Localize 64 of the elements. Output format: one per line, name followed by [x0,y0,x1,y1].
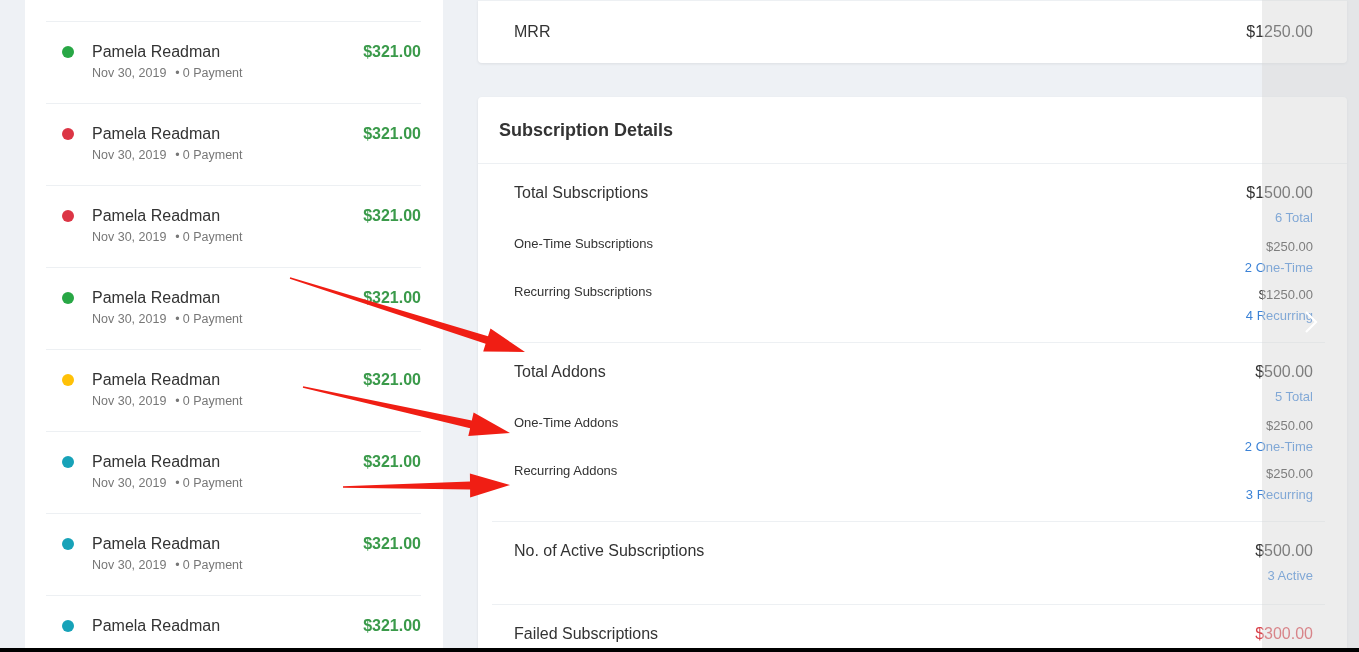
count-link[interactable]: 2 One-Time [1244,257,1313,279]
customer-name: Pamela Readman [92,534,222,554]
card-title: Subscription Details [499,119,674,141]
bullet-separator: • [175,230,180,244]
payment-count: 0 Payment [182,558,243,572]
metric-label: Total Subscriptions [514,183,649,203]
transaction-date: Nov 30, 2019 [92,394,167,408]
bullet-separator: • [175,476,180,490]
metric-label: Recurring Addons [514,464,618,478]
transaction-amount: $321.00 [363,616,421,636]
count-link[interactable]: 4 Recurring [1245,305,1313,327]
transaction-amount: $321.00 [363,124,421,144]
transaction-date: Nov 30, 2019 [92,476,167,490]
count-link[interactable]: 2 One-Time [1244,436,1313,458]
transaction-date: Nov 30, 2019 [92,312,167,326]
bullet-separator: • [175,394,180,408]
metric-value: $300.00 [1255,624,1313,644]
metric-value: $500.00 [1255,541,1313,561]
customer-name: Pamela Readman [92,616,222,636]
transaction-date: Nov 30, 2019 [92,558,167,572]
customer-name: Pamela Readman [92,288,222,308]
payment-count: 0 Payment [182,148,243,162]
payment-count: 0 Payment [182,230,243,244]
transaction-amount: $321.00 [363,206,421,226]
bullet-separator: • [175,312,180,326]
transaction-date: Nov 30, 2019 [92,230,167,244]
customer-name: Pamela Readman [92,452,222,472]
transaction-amount: $321.00 [363,452,421,472]
bullet-separator: • [175,148,180,162]
payment-count: 0 Payment [182,66,243,80]
metric-label: Failed Subscriptions [514,624,659,644]
transaction-amount: $321.00 [363,288,421,308]
transaction-item[interactable]: Pamela Readman Nov 30, 2019 • 0 Payment $321.00 [46,21,421,103]
transaction-item[interactable]: Pamela Readman Nov 30, 2019 • 0 Payment $321.00 [46,513,421,595]
metric-label: One-Time Subscriptions [514,237,653,251]
metric-label: Total Addons [514,362,606,382]
transaction-date: Nov 30, 2019 [92,66,167,80]
payment-count: 0 Payment [182,394,243,408]
metric-label: One-Time Addons [514,416,619,430]
payment-count: 0 Payment [182,312,243,326]
transaction-amount: $321.00 [363,370,421,390]
mrr-value: $1250.00 [1246,23,1313,41]
customer-name: Pamela Readman [92,206,222,226]
metric-label: No. of Active Subscriptions [514,541,705,561]
metric-value: $1250.00 [1258,286,1313,304]
transaction-date: Nov 30, 2019 [92,148,167,162]
bullet-separator: • [175,66,180,80]
metric-value: $250.00 [1266,465,1313,483]
metric-value: $500.00 [1255,362,1313,382]
transaction-item[interactable]: Pamela Readman Nov 30, 2019 • 0 Payment $321.00 [46,103,421,185]
metric-value: $1500.00 [1246,183,1313,203]
transaction-amount: $321.00 [363,534,421,554]
metric-label: Recurring Subscriptions [514,285,652,299]
payment-count: 0 Payment [182,476,243,490]
transaction-item[interactable]: Pamela Readman Nov 30, 2019 • 0 Payment $321.00 [46,185,421,267]
bullet-separator: • [175,558,180,572]
metric-value: $250.00 [1266,238,1313,256]
transaction-amount: $321.00 [363,42,421,62]
customer-name: Pamela Readman [92,370,222,390]
count-link[interactable]: 3 Recurring [1245,484,1313,506]
mrr-label: MRR [514,23,551,41]
customer-name: Pamela Readman [92,42,222,62]
metric-value: $250.00 [1266,417,1313,435]
customer-name: Pamela Readman [92,124,222,144]
